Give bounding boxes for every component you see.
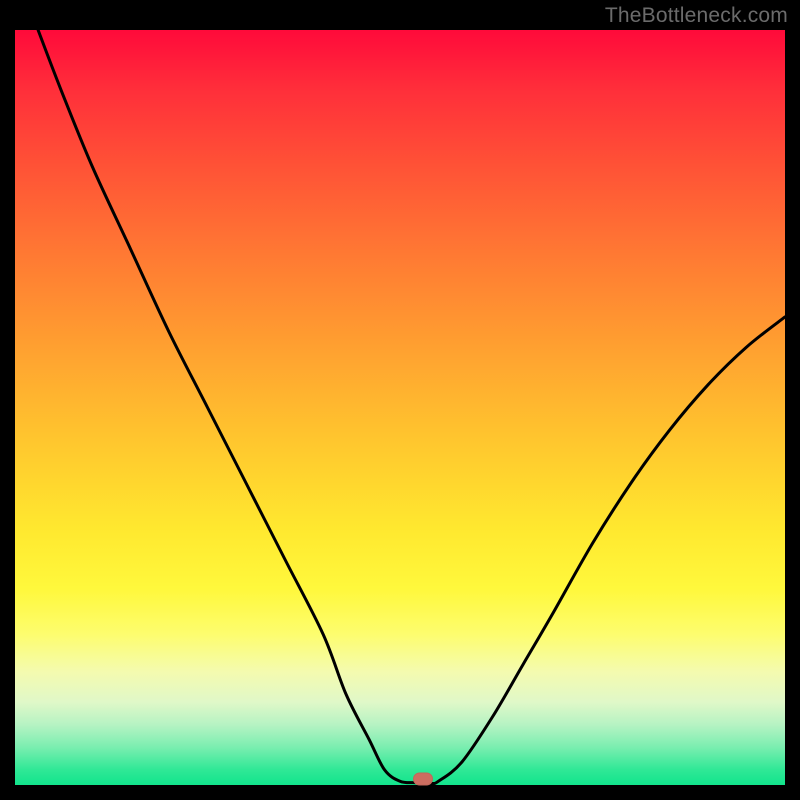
watermark-text: TheBottleneck.com [605, 4, 788, 28]
optimal-point-marker [413, 772, 433, 785]
chart-frame: TheBottleneck.com [0, 0, 800, 800]
bottleneck-curve [15, 30, 785, 785]
plot-area [15, 30, 785, 785]
